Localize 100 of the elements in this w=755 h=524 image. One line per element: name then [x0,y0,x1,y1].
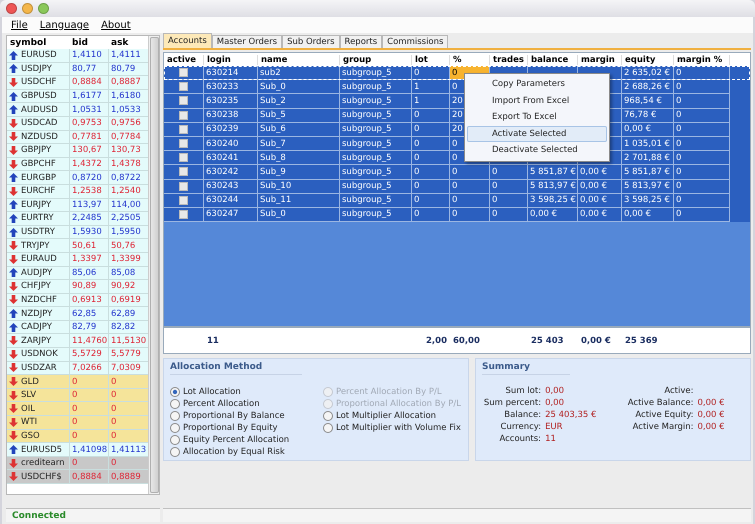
checkbox[interactable] [179,68,188,78]
quote-row[interactable]: NZDUSD 0,7781 0,7784 [7,130,148,144]
radio-button[interactable] [170,435,180,445]
symbol-text: creditearn [21,458,64,468]
checkbox[interactable] [179,124,188,134]
column-header[interactable]: group [340,54,412,64]
account-row[interactable]: 630244 Sub_11 subgroup_5 0 0 0 3 598,25 € 0,00 € 3 598,25 € 0 [164,194,750,208]
column-header[interactable]: login [204,54,258,64]
quote-row[interactable]: USDTRY 1,5930 1,5950 [7,226,148,240]
quote-row[interactable]: WTI 0 0 [7,416,148,430]
quote-row[interactable]: GSO 0 0 [7,430,148,444]
account-row[interactable]: 630243 Sub_10 subgroup_5 0 0 0 5 813,97 € 0,00 € 5 813,97 € 0 [164,180,750,194]
ask-cell: 5,5779 [108,348,147,361]
quote-row[interactable]: creditearn 0 0 [7,456,148,470]
menu-item[interactable]: About [101,20,131,30]
quote-row[interactable]: USDCHF$ 0,8884 0,8889 [7,470,148,484]
radio-button[interactable] [170,411,180,421]
symbol-text: GBPCHF [21,159,56,170]
quote-row[interactable]: EURGBP 0,8720 0,8722 [7,171,148,185]
radio-button[interactable] [323,411,333,421]
column-header[interactable]: symbol [7,38,69,48]
quote-row[interactable]: EURUSD 1,4110 1,4111 [7,49,148,63]
checkbox[interactable] [179,153,188,162]
quote-row[interactable]: CADJPY 82,79 82,82 [7,320,148,334]
quote-row[interactable]: GLD 0 0 [7,375,148,389]
quote-row[interactable]: USDCAD 0,9753 0,9756 [7,116,148,131]
menu-item[interactable]: Language [40,20,90,30]
bid-cell: 1,6177 [69,90,108,102]
radio-button[interactable] [170,387,180,397]
column-header[interactable]: active [164,54,204,64]
bid-cell: 1,0531 [69,103,108,116]
column-header[interactable]: balance [528,54,578,64]
column-header[interactable]: equity [622,54,674,64]
quote-row[interactable]: GBPCHF 1,4372 1,4378 [7,158,148,172]
quote-row[interactable]: USDNOK 5,5729 5,5779 [7,348,148,362]
bid-cell: 0 [69,416,108,429]
quote-row[interactable]: NZDCHF 0,6913 0,6919 [7,294,148,308]
radio-button[interactable] [323,423,333,433]
tab[interactable]: Reports [340,35,382,48]
quote-row[interactable]: GBPJPY 130,67 130,73 [7,144,148,158]
quote-row[interactable]: AUDJPY 85,06 85,08 [7,266,148,280]
table-cell: 0 [674,208,730,222]
account-row[interactable]: 630247 Sub_0 subgroup_5 0 0 0 0,00 € 0,00 € 0,00 € 0 [164,208,750,222]
column-header[interactable]: name [258,54,340,64]
scrollbar[interactable] [148,36,159,494]
bid-cell: 0 [69,388,108,402]
close-button[interactable] [6,3,17,14]
checkbox[interactable] [179,139,188,148]
radio-button[interactable] [170,447,180,457]
quote-row[interactable]: TRYJPY 50,61 50,76 [7,239,148,253]
column-header[interactable]: trades [490,54,528,64]
bid-cell: 2,2485 [69,212,108,225]
quote-row[interactable]: OIL 0 0 [7,402,148,416]
checkbox[interactable] [179,210,188,219]
ask-cell: 0,8887 [108,76,147,89]
minimize-button[interactable] [22,3,33,14]
checkbox[interactable] [179,167,188,176]
quote-row[interactable]: NZDJPY 62,85 62,89 [7,307,148,321]
symbol-text: GSO [21,430,40,441]
quote-row[interactable]: CHFJPY 90,89 90,92 [7,280,148,294]
account-row[interactable]: 630242 Sub_9 subgroup_5 0 0 0 5 851,87 € 0,00 € 5 851,87 € 0 [164,165,750,180]
quote-row[interactable]: USDZAR 7,0266 7,0309 [7,362,148,376]
quote-row[interactable]: USDCHF 0,8884 0,8887 [7,76,148,90]
menu-item[interactable]: Activate Selected [467,126,607,142]
checkbox[interactable] [179,82,188,92]
tab[interactable]: Commissions [382,35,448,48]
quote-row[interactable]: GBPUSD 1,6177 1,6180 [7,90,148,104]
summary-label: Active Equity: [635,409,694,421]
quote-row[interactable]: EURCHF 1,2538 1,2540 [7,184,148,199]
column-header[interactable]: lot [412,54,450,64]
total-cell-text: 25 403 [530,336,565,346]
symbol-text: USDCAD [21,118,58,128]
quote-row[interactable]: ZARJPY 11,4760 11,5130 [7,334,148,348]
menu-item[interactable]: File [11,20,28,30]
column-header[interactable]: ask [108,38,147,48]
checkbox[interactable] [179,96,188,106]
quote-row[interactable]: EURTRY 2,2485 2,2505 [7,212,148,226]
ask-cell: 82,82 [108,320,147,334]
checkbox[interactable] [179,110,188,120]
column-header[interactable]: bid [69,38,108,48]
quote-row[interactable]: SLV 0 0 [7,388,148,402]
quote-row[interactable]: AUDUSD 1,0531 1,0533 [7,103,148,117]
radio-button[interactable] [170,399,180,409]
quote-row[interactable]: USDJPY 80,77 80,79 [7,62,148,76]
quote-row[interactable]: EURAUD 1,3397 1,3399 [7,252,148,266]
tab[interactable]: Master Orders [212,35,282,48]
tab[interactable]: Accounts [163,33,212,48]
quote-row[interactable]: EURUSD5 1,41098 1,41113 [7,443,148,457]
radio-button[interactable] [170,423,180,433]
bid-cell: 0 [69,430,108,442]
column-header[interactable]: margin % [674,54,730,64]
tab[interactable]: Sub Orders [282,35,340,48]
quote-row[interactable]: EURJPY 113,97 114,00 [7,198,148,212]
column-header[interactable]: % [450,54,490,64]
checkbox[interactable] [179,196,188,205]
maximize-button[interactable] [38,3,49,14]
checkbox[interactable] [179,182,188,191]
symbol-text: OIL [21,404,35,414]
ask-cell: 50,76 [108,239,147,252]
column-header[interactable]: margin [578,54,622,64]
